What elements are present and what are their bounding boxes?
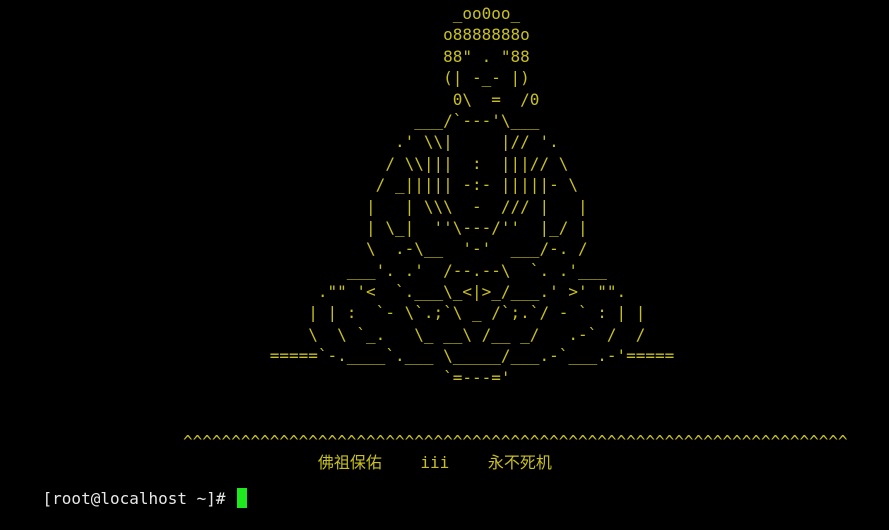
ascii-art-line: \ \ `_. \_ __\ /__ _/ .-` / / [0, 324, 646, 344]
ascii-art-line: | \_| ''\---/'' |_/ | [0, 217, 588, 237]
ascii-art-line: 0\ = /0 [0, 89, 540, 109]
ascii-art-line: o8888888o [0, 25, 530, 45]
terminal-cursor[interactable] [237, 488, 248, 508]
ascii-art-line: .' \\| |// '. [0, 132, 559, 152]
ascii-art-line: / _||||| -:- |||||- \ [0, 175, 578, 195]
shell-prompt-line[interactable]: [root@localhost ~]# [4, 467, 248, 508]
terminal-window[interactable]: _oo0oo_ o8888888o 88" . "88 (| -_- |) 0\… [0, 0, 889, 508]
ascii-art-line: ___/`---'\___ [0, 110, 540, 130]
ascii-art-line: _oo0oo_ [0, 4, 521, 23]
shell-prompt: [root@localhost ~]# [42, 489, 236, 508]
ascii-art-line: ^^^^^^^^^^^^^^^^^^^^^^^^^^^^^^^^^^^^^^^^… [0, 431, 848, 451]
ascii-art-line: | | \\\ - /// | | [0, 196, 588, 216]
ascii-art-line: ___'. .' /--.--\ `. .'___ [0, 260, 607, 280]
ascii-art-line: \ .-\__ '-' ___/-. / [0, 239, 588, 259]
ascii-art-line: `=---=' [0, 367, 511, 387]
ascii-art-line: 88" . "88 [0, 46, 530, 66]
ascii-art-line: / \\||| : |||// \ [0, 153, 569, 173]
ascii-art-buddha: _oo0oo_ o8888888o 88" . "88 (| -_- |) 0\… [0, 3, 848, 474]
ascii-art-line: (| -_- |) [0, 68, 530, 88]
ascii-art-line [0, 388, 848, 409]
ascii-art-line: =====`-.____`.___ \_____/___.-`___.-'===… [0, 346, 675, 366]
ascii-art-line [0, 409, 848, 430]
ascii-art-line: ."" '< `.___\_<|>_/___.' >' "". [0, 282, 627, 302]
ascii-art-line: | | : `- \`.;`\ _ /`;.`/ - ` : | | [0, 303, 646, 323]
